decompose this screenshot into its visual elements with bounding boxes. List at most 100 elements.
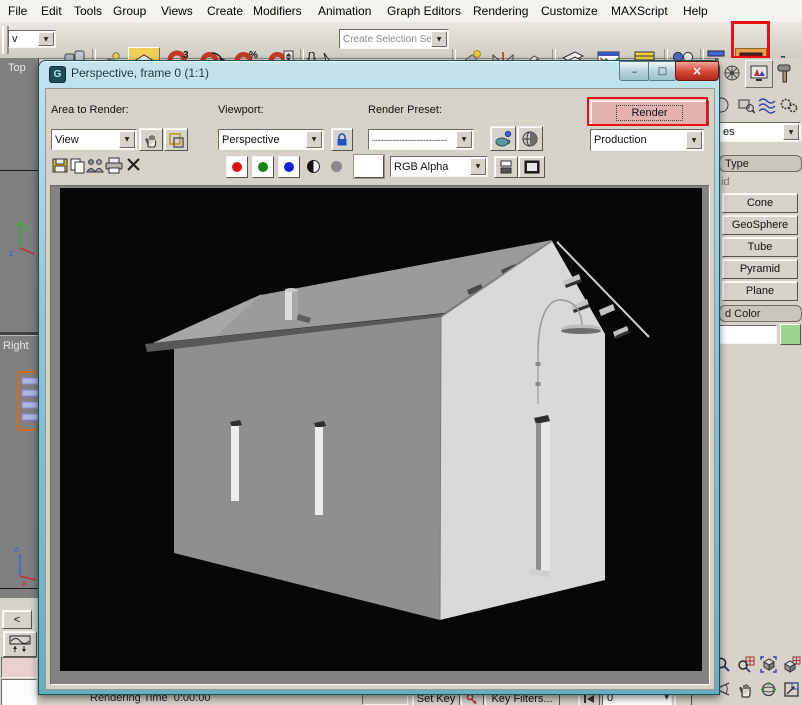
named-selection-set-dropdown[interactable]: Create Selection Set ▼ [339, 29, 449, 49]
environment-effects-button[interactable] [517, 126, 543, 151]
object-category-value: es [723, 124, 784, 140]
svg-text:z: z [14, 544, 19, 554]
menu-views[interactable]: Views [161, 3, 193, 19]
plane-label: Plane [746, 285, 774, 297]
coordinate-system-value: v [12, 32, 39, 46]
rendered-image [51, 186, 709, 684]
category-geometry-icon[interactable] [719, 96, 735, 114]
viewport-right[interactable]: Right z x [0, 336, 39, 598]
name-color-rollout-header[interactable]: d Color [719, 305, 802, 322]
menu-modifiers[interactable]: Modifiers [253, 3, 302, 19]
rendered-frame-window: G Perspective, frame 0 (1:1) – □ × Area … [38, 60, 720, 695]
autogrid-label: id [721, 176, 730, 188]
clear-image-icon[interactable] [125, 156, 142, 173]
edit-region-button[interactable] [139, 128, 163, 151]
object-type-header-label: Type [725, 158, 749, 170]
object-color-swatch[interactable] [780, 324, 801, 345]
maximize-viewport-toggle-icon[interactable] [781, 679, 802, 700]
viewport-top[interactable]: Top y z [0, 58, 39, 332]
clone-window-icon[interactable] [86, 157, 105, 174]
chevron-down-icon[interactable]: ▼ [119, 131, 135, 148]
channel-display-dropdown[interactable]: RGB Alpha ▼ [390, 156, 488, 177]
menu-animation[interactable]: Animation [318, 3, 371, 19]
blue-channel-button[interactable] [278, 156, 300, 178]
menu-file[interactable]: File [8, 3, 27, 19]
render-setup-button[interactable] [490, 126, 516, 151]
geosphere-button[interactable]: GeoSphere [722, 215, 798, 235]
cone-button[interactable]: Cone [722, 193, 798, 213]
zoom-all-icon[interactable] [735, 654, 756, 675]
region-icon [168, 132, 184, 148]
minimize-button[interactable]: – [619, 61, 650, 81]
viewport-dropdown[interactable]: Perspective ▼ [218, 129, 324, 150]
axis-gizmo: z x [8, 542, 38, 586]
object-type-rollout-header[interactable]: Type [719, 155, 802, 172]
tab-display[interactable] [745, 60, 773, 88]
name-color-header-label: d Color [725, 308, 760, 320]
green-channel-button[interactable] [252, 156, 274, 178]
layer-toggle-button[interactable] [494, 156, 518, 178]
menu-edit[interactable]: Edit [41, 3, 62, 19]
alpha-channel-icon[interactable] [306, 159, 321, 174]
chevron-down-icon[interactable]: ▼ [456, 131, 472, 148]
maxscript-mini-listener[interactable] [1, 679, 37, 705]
maximize-button[interactable]: □ [648, 61, 677, 81]
menu-help[interactable]: Help [683, 3, 708, 19]
mini-curve-editor-button[interactable] [3, 631, 37, 657]
area-to-render-dropdown[interactable]: View ▼ [51, 129, 137, 150]
menu-create[interactable]: Create [207, 3, 243, 19]
pyramid-button[interactable]: Pyramid [722, 259, 798, 279]
cone-label: Cone [747, 197, 773, 209]
geosphere-label: GeoSphere [732, 219, 788, 231]
pan-hand-icon[interactable] [735, 679, 756, 700]
chevron-down-icon[interactable]: ▼ [38, 32, 54, 46]
menu-graph-editors[interactable]: Graph Editors [387, 3, 461, 19]
color-correction-button[interactable] [518, 156, 545, 178]
object-name-field[interactable] [719, 325, 777, 344]
close-button[interactable]: × [675, 61, 719, 81]
category-space-warps-icon[interactable] [757, 96, 777, 114]
category-cameras-icon[interactable] [737, 96, 755, 114]
coordinate-system-dropdown[interactable]: v ▼ [8, 30, 56, 48]
object-category-dropdown[interactable]: es ▼ [719, 122, 801, 142]
menu-group[interactable]: Group [113, 3, 146, 19]
plane-button[interactable]: Plane [722, 281, 798, 301]
chevron-down-icon[interactable]: ▼ [783, 124, 799, 140]
time-slider-left-button[interactable]: < [2, 610, 32, 629]
render-canvas [50, 185, 710, 685]
axis-gizmo: y z [8, 218, 38, 258]
zoom-extents-all-icon[interactable] [781, 654, 802, 675]
window-title-bar[interactable]: G Perspective, frame 0 (1:1) – □ × [39, 61, 719, 87]
menu-tools[interactable]: Tools [74, 3, 102, 19]
render-preset-dropdown[interactable]: ------------------------- ▼ [368, 129, 474, 150]
viewport-lock-button[interactable] [331, 128, 353, 151]
render-mode-value: Production [594, 131, 687, 149]
chevron-down-icon[interactable]: ▼ [470, 158, 486, 175]
viewport-navigation-controls [710, 652, 802, 705]
menu-customize[interactable]: Customize [541, 3, 598, 19]
chevron-down-icon[interactable]: ▼ [431, 31, 447, 47]
red-channel-button[interactable] [226, 156, 248, 178]
auto-region-button[interactable] [164, 128, 188, 151]
tab-utilities[interactable] [773, 61, 797, 85]
category-systems-icon[interactable] [779, 96, 799, 114]
clear-color-swatch[interactable] [354, 155, 384, 178]
save-image-icon[interactable] [52, 157, 69, 174]
frame-spinner-arrow[interactable]: ▼ [664, 694, 669, 701]
chevron-down-icon[interactable]: ▼ [686, 131, 702, 149]
zoom-extents-icon[interactable] [758, 654, 779, 675]
tube-button[interactable]: Tube [722, 237, 798, 257]
monochrome-icon[interactable] [330, 160, 343, 173]
channel-display-value: RGB Alpha [394, 158, 471, 175]
menu-rendering[interactable]: Rendering [473, 3, 528, 19]
chevron-down-icon[interactable]: ▼ [306, 131, 322, 148]
macro-recorder-field[interactable] [1, 657, 37, 678]
command-panel: es ▼ Type id Cone GeoSphere Tube Pyramid… [718, 58, 802, 705]
copy-image-icon[interactable] [69, 157, 86, 174]
menu-maxscript[interactable]: MAXScript [611, 3, 668, 19]
tab-motion[interactable] [721, 61, 743, 85]
render-mode-dropdown[interactable]: Production ▼ [590, 129, 704, 151]
svg-text:y: y [25, 222, 30, 232]
arc-rotate-icon[interactable] [758, 679, 779, 700]
print-image-icon[interactable] [105, 157, 123, 174]
